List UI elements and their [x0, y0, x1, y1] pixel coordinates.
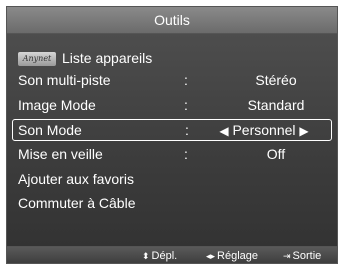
menu-item-ajouter-aux-favoris[interactable]: Ajouter aux favoris	[18, 168, 332, 190]
menu-item-label: Son multi-piste	[18, 72, 111, 88]
menu-title: Outils	[154, 12, 190, 28]
menu-item-son-multi-piste[interactable]: Son multi-piste : Stéréo	[18, 69, 332, 91]
arrow-left-icon[interactable]: ◀	[219, 124, 228, 138]
footer-move-label: Dépl.	[151, 250, 178, 262]
menu-item-colon: :	[184, 72, 188, 88]
menu-item-label: Son Mode	[18, 122, 82, 138]
menu-item-colon: :	[184, 97, 188, 113]
menu-item-son-mode[interactable]: Son Mode : ◀ Personnel ▶	[12, 119, 332, 141]
tools-menu-osd: Outils Anynet Liste appareils Son multi-p…	[0, 0, 344, 270]
menu-item-label: Image Mode	[18, 97, 96, 113]
menu-item-liste-appareils[interactable]: Anynet Liste appareils	[18, 47, 332, 69]
up-down-arrows-icon: ⬍	[142, 250, 150, 261]
menu-item-commuter-a-cable[interactable]: Commuter à Câble	[18, 192, 332, 214]
menu-title-bar: Outils	[6, 6, 338, 34]
menu-item-label: Mise en veille	[18, 146, 103, 162]
footer-adjust-label: Réglage	[217, 250, 259, 262]
menu-item-colon: :	[185, 122, 189, 138]
menu-item-value: Personnel	[232, 122, 296, 138]
footer-adjust-hint: ◂▸ Réglage	[206, 248, 258, 264]
menu-item-value-selector: ◀ Personnel ▶	[199, 122, 329, 138]
menu-item-value: Standard	[247, 97, 305, 113]
footer-exit-hint: ⇥ Sortie	[283, 248, 321, 264]
menu-item-label: Ajouter aux favoris	[18, 171, 134, 187]
left-right-arrows-icon: ◂▸	[206, 250, 216, 261]
arrow-right-icon[interactable]: ▶	[299, 124, 308, 138]
menu-item-label-wrap: Anynet Liste appareils	[18, 49, 153, 67]
anynet-logo-icon: Anynet	[18, 52, 56, 67]
footer-move-hint: ⬍ Dépl.	[142, 248, 177, 264]
menu-item-value: Off	[266, 146, 286, 162]
menu-item-colon: :	[184, 146, 188, 162]
menu-item-label: Commuter à Câble	[18, 195, 136, 211]
menu-item-label: Liste appareils	[62, 49, 153, 66]
menu-item-value: Stéréo	[255, 72, 297, 88]
menu-item-image-mode[interactable]: Image Mode : Standard	[18, 94, 332, 116]
exit-icon: ⇥	[283, 250, 291, 261]
footer-exit-label: Sortie	[292, 250, 322, 262]
menu-item-mise-en-veille[interactable]: Mise en veille : Off	[18, 143, 332, 165]
